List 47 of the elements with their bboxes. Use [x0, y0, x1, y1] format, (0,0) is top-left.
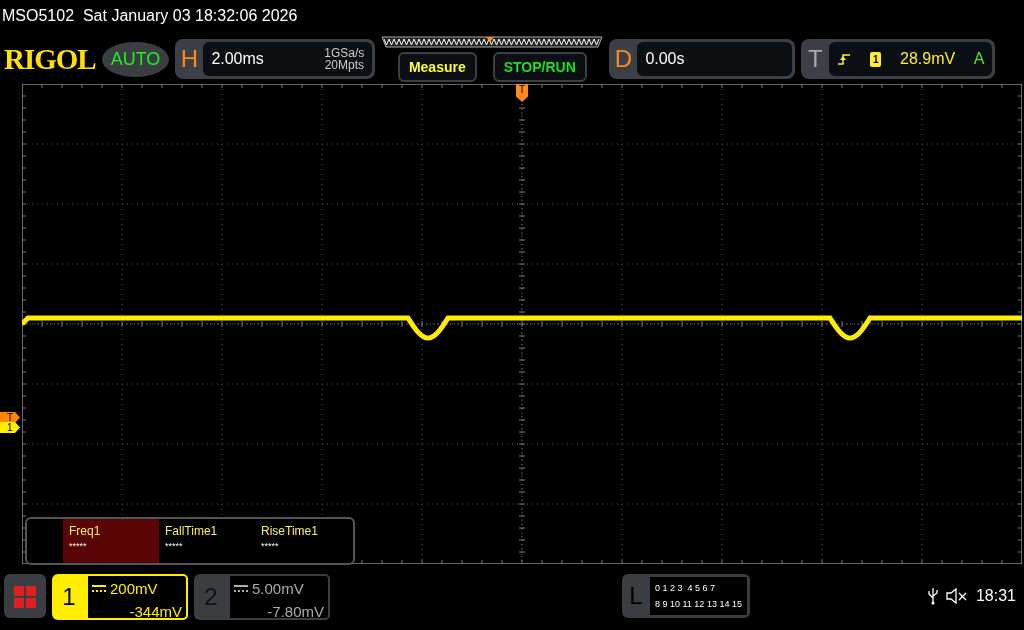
toolbar-button[interactable]: STOP/RUN	[492, 52, 587, 82]
channel-offset: -7.80mV	[267, 601, 324, 622]
muted-speaker-icon	[945, 588, 968, 604]
channel-marker: T	[0, 412, 20, 423]
trigger-level-value: 28.9mV	[900, 49, 956, 69]
channel-number: 1	[61, 582, 77, 612]
channel-button[interactable]: 1 200mV -344mV	[52, 574, 188, 620]
channel-scale: 5.00mV	[252, 579, 304, 599]
usb-icon	[927, 587, 938, 605]
measurement-item[interactable]: FallTime1 *****	[159, 519, 255, 563]
measurement-name: Freq1	[69, 523, 102, 540]
rising-edge-icon	[837, 52, 852, 66]
measurement-name: FallTime1	[165, 523, 219, 540]
measurement-value: *****	[165, 540, 184, 553]
trigger-position-marker: T	[516, 84, 528, 102]
panel-label: L	[628, 581, 644, 611]
measurement-value: *****	[261, 540, 280, 553]
home-button[interactable]	[4, 574, 46, 618]
panel-label: T	[807, 44, 824, 74]
dc-coupling-icon	[92, 585, 106, 594]
status-text: MSO5102 Sat January 03 18:32:06 2026	[2, 7, 298, 24]
channel-marker: 1	[0, 422, 20, 433]
delay-value: 0.00s	[645, 49, 685, 69]
brand-logo: RIGOL	[4, 44, 96, 74]
clock-text: 18:31	[975, 586, 1016, 606]
panel-label: D	[613, 44, 634, 74]
trigger-panel[interactable]: T 1 28.9mV A	[801, 39, 996, 79]
trigger-mode-text: A	[973, 49, 985, 69]
delay-panel[interactable]: D 0.00s	[609, 39, 796, 79]
logic-channel-numbers: 0 1 2 3 4 5 6 7	[655, 582, 717, 595]
grid-icon	[14, 585, 36, 608]
logic-channel-numbers: 8 9 10 11 12 13 14 15	[655, 598, 742, 611]
sample-rate-text: 1GSa/s 20Mpts	[324, 47, 365, 71]
dc-coupling-icon	[234, 585, 248, 594]
measurement-value: *****	[69, 540, 88, 553]
toolbar-button[interactable]: Measure	[397, 52, 477, 82]
horizontal-panel[interactable]: H 2.00ms 1GSa/s 20Mpts	[175, 39, 376, 79]
channel-offset: -344mV	[129, 601, 182, 622]
channel-scale: 200mV	[110, 579, 158, 599]
measurement-item[interactable]: RiseTime1 *****	[255, 519, 351, 563]
measurement-item[interactable]: Freq1 *****	[63, 519, 159, 563]
logic-panel[interactable]: L 0 1 2 3 4 5 6 7 8 9 10 11 12 13 14 15	[622, 574, 750, 618]
mode-button[interactable]: AUTO	[101, 41, 170, 77]
measurement-name: RiseTime1	[261, 523, 319, 540]
trigger-source-badge: 1	[869, 51, 882, 67]
timebase-value: 2.00ms	[211, 49, 264, 69]
panel-label: H	[179, 44, 200, 74]
